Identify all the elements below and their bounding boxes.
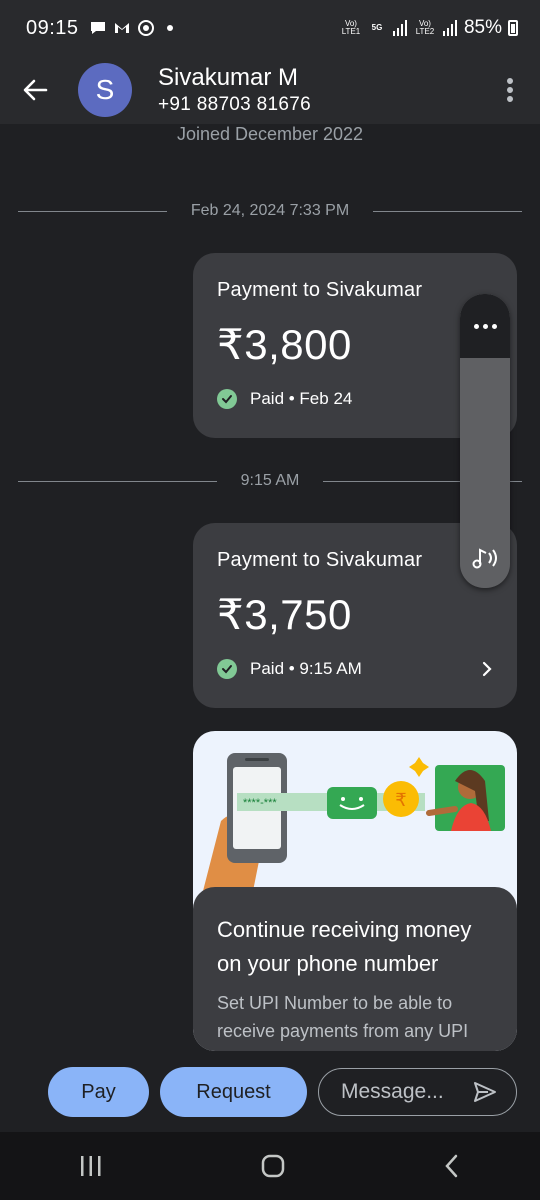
notification-dot-icon [166,25,173,31]
check-circle-icon [217,389,237,409]
divider-line [18,210,167,212]
avatar[interactable]: S [78,63,132,117]
date-divider-label: Feb 24, 2024 7:33 PM [190,202,350,219]
payment-title: Payment to Sivakumar [217,549,423,571]
battery-icon [508,20,518,36]
joined-text: Joined December 2022 [176,124,364,144]
payment-status-text: Paid • 9:15 AM [250,659,362,678]
status-bar: 09:15 Vo) LTE1 5G Vo) LTE2 85% [0,0,540,56]
recent-apps-icon[interactable] [78,1154,104,1178]
message-field[interactable] [318,1068,517,1116]
status-time: 09:15 [26,16,79,39]
upi-number-promo-card[interactable]: ****-*** ₹ Continue receiving money on y… [193,731,517,1051]
chevron-right-icon[interactable] [481,660,493,678]
check-circle-icon [217,659,237,679]
send-icon[interactable] [472,1079,498,1105]
date-divider: 9:15 AM [18,466,523,496]
contact-info[interactable]: Sivakumar M +91 88703 81676 [158,64,311,116]
nav-back-icon[interactable] [442,1153,462,1179]
signal2-icon [442,20,457,36]
payment-status: Paid • Feb 24 [217,389,493,409]
request-button[interactable]: Request [160,1067,307,1117]
contact-name: Sivakumar M [158,64,299,91]
pay-button[interactable]: Pay [48,1067,149,1117]
app-bar: S Sivakumar M +91 88703 81676 [0,56,540,124]
chat-notification-icon [90,22,105,34]
signal1-icon [392,20,407,36]
svg-text:₹: ₹ [395,790,406,811]
divider-line [373,210,523,212]
message-input[interactable] [341,1080,461,1104]
system-nav-bar [0,1132,540,1200]
payment-status: Paid • 9:15 AM [217,659,493,679]
more-vert-icon [507,78,513,102]
payment-status-text: Paid • Feb 24 [250,389,353,408]
sim2-label: Vo) LTE2 [415,19,435,36]
promo-text-panel: Continue receiving money on your phone n… [193,887,517,1051]
payment-title: Payment to Sivakumar [217,279,423,301]
floating-side-panel[interactable] [460,294,510,588]
masked-phone-text: ****-*** [243,797,277,809]
date-divider: Feb 24, 2024 7:33 PM [18,196,523,226]
contact-phone: +91 88703 81676 [158,94,311,115]
more-horiz-icon [473,323,497,329]
composer-bar: Pay Request [0,1052,540,1132]
divider-line [18,480,217,482]
battery-percent: 85% [463,17,502,38]
sound-wave-icon [472,548,497,569]
sync-icon [137,20,154,36]
promo-subtext: Set UPI Number to be able to receive pay… [217,993,469,1051]
promo-headline: Continue receiving money on your phone n… [217,917,472,976]
payment-amount: ₹3,800 [217,321,352,368]
date-divider-label: 9:15 AM [240,472,300,489]
promo-illustration: ****-*** ₹ [203,753,505,891]
payment-amount: ₹3,750 [217,591,352,638]
network-type: 5G [371,23,383,32]
sound-assistant-button[interactable] [460,528,510,588]
home-icon[interactable] [260,1153,286,1179]
gmail-icon [114,23,129,33]
panel-menu-button[interactable] [460,294,510,358]
sim1-label: Vo) LTE1 [341,19,361,36]
back-button[interactable] [0,56,70,124]
more-options-button[interactable] [480,56,540,124]
back-arrow-icon [23,79,48,101]
